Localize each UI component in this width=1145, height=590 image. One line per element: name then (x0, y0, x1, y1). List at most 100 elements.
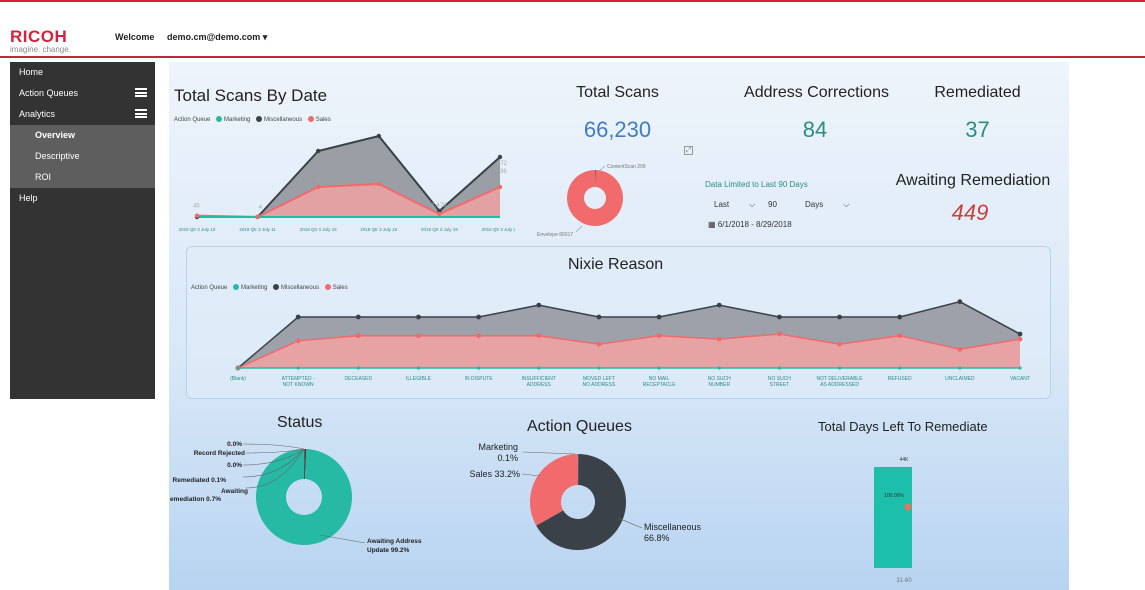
data-label: 45 (193, 204, 200, 210)
x-tick-label: UNCLAIMED (945, 376, 975, 382)
misc-point (497, 154, 503, 160)
sales-point (536, 333, 542, 339)
sales-point (255, 214, 260, 220)
misc-point (295, 314, 301, 320)
scans-by-date-legend: Action Queue Marketing Miscellaneous Sal… (174, 116, 331, 123)
legend-miscellaneous[interactable]: Miscellaneous (264, 117, 302, 123)
marketing-point (657, 366, 661, 370)
sales-point (596, 341, 602, 347)
marketing-point (717, 366, 721, 370)
legend-sales[interactable]: Sales (333, 285, 348, 291)
legend-marketing[interactable]: Marketing (241, 285, 267, 291)
days-left-chart[interactable]: 44K 100.00% 31-60 (860, 450, 960, 585)
period-value-input[interactable]: 90 (768, 200, 777, 209)
x-tick-label: NO SUCH NUMBER (708, 376, 731, 388)
x-tick-label: 2018 Qtr 3 July 10 (179, 227, 216, 232)
x-tick-label: IN DISPUTE (465, 376, 494, 382)
x-tick-label: 2018 Qtr 3 July 18 (360, 227, 397, 232)
sales-point (416, 333, 421, 339)
sidebar-item-action-queues[interactable]: Action Queues (10, 83, 155, 104)
sidebar-item-descriptive[interactable]: Descriptive (10, 146, 155, 167)
sales-point (476, 333, 482, 339)
marketing-point (898, 366, 902, 370)
sales-point (897, 333, 903, 339)
nixie-reason-chart[interactable]: (Blank) ATTEMPTED -NOT KNOWN DECEASED ILLEG… (190, 292, 1050, 398)
bar-marker (904, 503, 912, 511)
status-label: 0.0% (227, 462, 242, 469)
menu-icon[interactable] (135, 109, 147, 118)
marketing-point (958, 366, 962, 370)
total-scans-by-date-chart[interactable]: 45 411,470572362018 Qtr 3 July 10 2018 Qtr… (170, 125, 515, 235)
period-mode-select[interactable]: Last ⌵ (714, 200, 755, 210)
nixie-legend: Action Queue Marketing Miscellaneous Sal… (191, 284, 348, 291)
awaiting-remediation-title: Awaiting Remediation (895, 172, 1051, 189)
status-label: Record Rejected (194, 450, 245, 457)
bar-value-label: 44K (900, 457, 910, 463)
misc-point (776, 314, 782, 320)
x-tick-label: MOVED LEFT NO ADDRESS (583, 376, 616, 388)
donut-slice (566, 170, 623, 226)
legend-miscellaneous[interactable]: Miscellaneous (281, 285, 319, 291)
sidebar-item-label: Descriptive (35, 151, 80, 161)
expand-icon[interactable]: ⤢ (684, 146, 693, 155)
misc-point (957, 299, 963, 305)
address-corrections-value: 84 (802, 117, 828, 142)
leader-line (521, 473, 541, 477)
donut-slice (530, 454, 578, 526)
queue-label: Marketing (478, 442, 518, 452)
leader-line (242, 443, 305, 450)
status-donut-chart[interactable]: 0.0% Record Rejected 0.0% Remediated 0.1% Aw… (170, 435, 450, 560)
sales-point (1017, 336, 1023, 342)
date-range-picker[interactable]: ▦ 6/1/2018 - 8/29/2018 (708, 220, 792, 229)
sales-legend-dot (307, 116, 314, 122)
ricoh-logo[interactable]: RICOH imagine. change. (10, 28, 71, 55)
sidebar-item-help[interactable]: Help (10, 188, 155, 209)
sidebar-item-label: ROI (35, 172, 52, 182)
sidebar-item-label: Help (19, 193, 38, 203)
legend-sales[interactable]: Sales (316, 117, 331, 123)
action-queues-title: Action Queues (527, 418, 632, 435)
bar-31-60 (874, 467, 912, 568)
sales-point (355, 333, 361, 339)
x-tick-label: (Blank) (230, 376, 246, 382)
marketing-point (777, 366, 781, 370)
sidebar-item-roi[interactable]: ROI (10, 167, 155, 188)
welcome-label: Welcome (115, 32, 155, 42)
misc-legend-dot (273, 284, 280, 290)
misc-point (1017, 331, 1023, 337)
x-tick-label: 2018 Qtr 3 July 19 (421, 227, 458, 232)
sidebar-nav: Home Action Queues Analytics Overview De… (10, 62, 155, 399)
x-tick-label: DECEASED (345, 376, 373, 382)
date-filter-heading: Data Limited to Last 90 Days (705, 180, 808, 189)
scan-type-donut-chart[interactable]: ContentScan 209 Envelope 66017 (530, 160, 665, 240)
remediated-value: 37 (965, 117, 990, 142)
x-tick-label: ATTEMPTED -NOT KNOWN (282, 376, 315, 388)
data-label: 4 (259, 205, 263, 211)
action-queues-donut-chart[interactable]: Marketing0.1% Sales 33.2% Miscellaneous66.… (450, 440, 740, 568)
legend-marketing[interactable]: Marketing (224, 117, 250, 123)
sidebar-item-overview[interactable]: Overview (10, 125, 155, 146)
leader-line (617, 517, 643, 529)
user-menu-dropdown[interactable]: demo.cm@demo.com ▾ (167, 32, 267, 43)
period-unit-select[interactable]: Days ⌵ (805, 200, 849, 210)
x-tick-label: 2018 Qtr 3 July 16 (300, 227, 337, 232)
menu-icon[interactable] (135, 88, 147, 97)
sidebar-item-label: Action Queues (19, 88, 79, 98)
logo-wordmark: RICOH (10, 27, 68, 46)
misc-point (596, 314, 602, 320)
marketing-point (1018, 366, 1022, 370)
misc-point (476, 314, 482, 320)
status-label: Awaiting Address (367, 538, 422, 545)
sales-point (194, 213, 200, 218)
sidebar-item-analytics[interactable]: Analytics (10, 104, 155, 125)
status-label: Update 99.2% (367, 547, 409, 554)
x-tick-label: VACANT (1010, 376, 1030, 382)
x-tick-label: REFUSED (888, 376, 912, 382)
sidebar-item-home[interactable]: Home (10, 62, 155, 83)
marketing-point (597, 366, 601, 370)
date-range-value: 6/1/2018 - 8/29/2018 (717, 220, 792, 229)
x-tick-label: NO SUCH STREET (768, 376, 791, 388)
calendar-icon: ▦ (708, 220, 716, 229)
address-corrections-title: Address Corrections (744, 84, 889, 101)
period-unit-value: Days (805, 200, 824, 209)
